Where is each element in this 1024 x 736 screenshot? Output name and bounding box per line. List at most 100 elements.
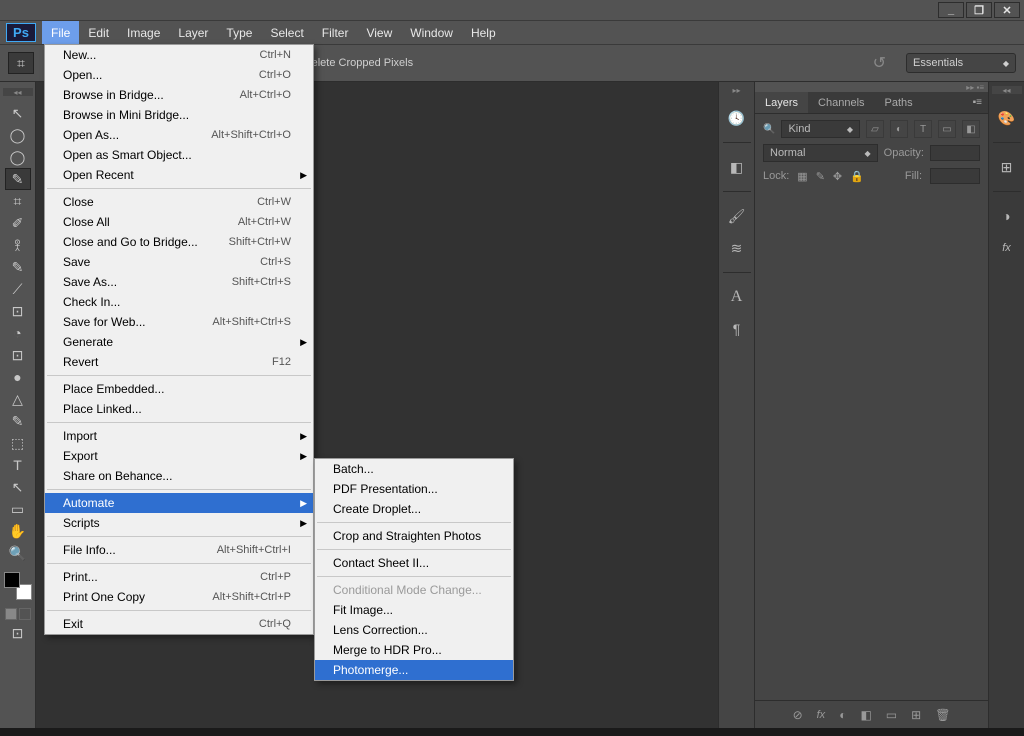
fill-field[interactable]	[930, 168, 980, 184]
file-menu-item-23[interactable]: Share on Behance...	[45, 466, 313, 486]
menu-filter[interactable]: Filter	[313, 21, 358, 44]
automate-menu-item-9[interactable]: Fit Image...	[315, 600, 513, 620]
file-menu-item-26[interactable]: Scripts▶	[45, 513, 313, 533]
file-menu-item-11[interactable]: SaveCtrl+S	[45, 252, 313, 272]
paragraph-panel-icon[interactable]: ¶	[725, 317, 749, 341]
trash-icon[interactable]: 🗑	[935, 708, 950, 722]
lock-all-icon[interactable]: 🔒	[850, 170, 864, 183]
workspace-switcher[interactable]: Essentials◆	[906, 53, 1016, 73]
menu-view[interactable]: View	[357, 21, 401, 44]
layer-fx-icon[interactable]: fx	[817, 709, 826, 721]
dock-collapse-handle[interactable]: ▸▸	[722, 86, 752, 94]
file-menu-item-25[interactable]: Automate▶	[45, 493, 313, 513]
file-menu-item-22[interactable]: Export▶	[45, 446, 313, 466]
tool-16[interactable]: T	[5, 454, 31, 476]
tool-17[interactable]: ↖	[5, 476, 31, 498]
filter-smart-icon[interactable]: ◧	[962, 120, 980, 138]
automate-menu-item-1[interactable]: PDF Presentation...	[315, 479, 513, 499]
swatches-panel-icon[interactable]: ⊞	[995, 155, 1019, 179]
menu-layer[interactable]: Layer	[169, 21, 217, 44]
opacity-field[interactable]	[930, 145, 980, 161]
tool-10[interactable]: ◔	[5, 322, 31, 344]
tool-11[interactable]: ⊡	[5, 344, 31, 366]
file-menu-item-8[interactable]: CloseCtrl+W	[45, 192, 313, 212]
panel-collapse-handle[interactable]: ▸▸ ▪≡	[755, 82, 988, 92]
tool-14[interactable]: ✎	[5, 410, 31, 432]
file-menu-item-28[interactable]: File Info...Alt+Shift+Ctrl+I	[45, 540, 313, 560]
file-menu-item-18[interactable]: Place Embedded...	[45, 379, 313, 399]
tool-3[interactable]: ✎	[5, 168, 31, 190]
menu-type[interactable]: Type	[217, 21, 261, 44]
file-menu-item-19[interactable]: Place Linked...	[45, 399, 313, 419]
filter-shape-icon[interactable]: ▭	[938, 120, 956, 138]
file-menu-item-16[interactable]: RevertF12	[45, 352, 313, 372]
file-menu-item-2[interactable]: Browse in Bridge...Alt+Ctrl+O	[45, 85, 313, 105]
file-menu-item-21[interactable]: Import▶	[45, 426, 313, 446]
tool-12[interactable]: ●	[5, 366, 31, 388]
tool-1[interactable]: ◯	[5, 124, 31, 146]
minimize-button[interactable]: _	[938, 2, 964, 18]
adjustment-layer-icon[interactable]: ◧	[860, 708, 871, 722]
file-menu-item-4[interactable]: Open As...Alt+Shift+Ctrl+O	[45, 125, 313, 145]
adjustments-panel-icon[interactable]: ◑	[995, 204, 1019, 228]
color-panel-icon[interactable]: 🎨	[995, 106, 1019, 130]
tool-2[interactable]: ◯	[5, 146, 31, 168]
file-menu-item-0[interactable]: New...Ctrl+N	[45, 45, 313, 65]
tool-7[interactable]: ✎	[5, 256, 31, 278]
lock-position-icon[interactable]: ✥	[833, 170, 842, 183]
lock-transparent-icon[interactable]: ▦	[797, 170, 807, 183]
tool-15[interactable]: ⬚	[5, 432, 31, 454]
blend-mode-select[interactable]: Normal◆	[763, 144, 878, 162]
quick-mask-toggle[interactable]	[5, 608, 31, 620]
tool-19[interactable]: ✋	[5, 520, 31, 542]
file-menu-item-14[interactable]: Save for Web...Alt+Shift+Ctrl+S	[45, 312, 313, 332]
tab-paths[interactable]: Paths	[875, 92, 923, 113]
file-menu-item-30[interactable]: Print...Ctrl+P	[45, 567, 313, 587]
screen-mode-button[interactable]: ⊡	[5, 622, 31, 644]
file-menu-item-6[interactable]: Open Recent▶	[45, 165, 313, 185]
automate-menu-item-2[interactable]: Create Droplet...	[315, 499, 513, 519]
automate-menu-item-10[interactable]: Lens Correction...	[315, 620, 513, 640]
foreground-color-swatch[interactable]	[4, 572, 20, 588]
properties-panel-icon[interactable]: ◧	[725, 155, 749, 179]
tool-13[interactable]: △	[5, 388, 31, 410]
automate-menu-item-0[interactable]: Batch...	[315, 459, 513, 479]
group-icon[interactable]: ▭	[886, 708, 897, 722]
menu-edit[interactable]: Edit	[79, 21, 118, 44]
brush-presets-panel-icon[interactable]: ≋	[725, 236, 749, 260]
layer-filter-kind[interactable]: Kind◆	[781, 120, 860, 138]
tool-5[interactable]: ✐	[5, 212, 31, 234]
tool-18[interactable]: ▭	[5, 498, 31, 520]
tool-6[interactable]: 𖨆	[5, 234, 31, 256]
menu-help[interactable]: Help	[462, 21, 505, 44]
lock-pixels-icon[interactable]: ✎	[816, 170, 825, 183]
active-tool-icon[interactable]: ⌗	[8, 52, 34, 74]
tab-channels[interactable]: Channels	[808, 92, 874, 113]
file-menu-item-15[interactable]: Generate▶	[45, 332, 313, 352]
menu-select[interactable]: Select	[261, 21, 312, 44]
tool-20[interactable]: 🔍	[5, 542, 31, 564]
file-menu-item-13[interactable]: Check In...	[45, 292, 313, 312]
tool-4[interactable]: ⌗	[5, 190, 31, 212]
reset-icon[interactable]: ↺	[873, 53, 886, 73]
layer-mask-icon[interactable]: ◐	[839, 708, 846, 722]
automate-menu-item-6[interactable]: Contact Sheet II...	[315, 553, 513, 573]
filter-type-icon[interactable]: T	[914, 120, 932, 138]
tools-collapse-handle[interactable]: ◂◂	[3, 88, 33, 96]
link-layers-icon[interactable]: ⊘	[793, 708, 803, 722]
tab-layers[interactable]: Layers	[755, 92, 808, 113]
tool-9[interactable]: ⊡	[5, 300, 31, 322]
brushes-panel-icon[interactable]: 🖌	[725, 204, 749, 228]
color-swatches[interactable]	[4, 572, 32, 600]
automate-menu-item-11[interactable]: Merge to HDR Pro...	[315, 640, 513, 660]
menu-window[interactable]: Window	[401, 21, 462, 44]
tool-0[interactable]: ↖	[5, 102, 31, 124]
filter-adjust-icon[interactable]: ◐	[890, 120, 908, 138]
file-menu-item-10[interactable]: Close and Go to Bridge...Shift+Ctrl+W	[45, 232, 313, 252]
close-button[interactable]: ✕	[994, 2, 1020, 18]
file-menu-item-9[interactable]: Close AllAlt+Ctrl+W	[45, 212, 313, 232]
file-menu-item-33[interactable]: ExitCtrl+Q	[45, 614, 313, 634]
file-menu-item-5[interactable]: Open as Smart Object...	[45, 145, 313, 165]
styles-panel-icon[interactable]: fx	[995, 236, 1019, 260]
menu-image[interactable]: Image	[118, 21, 169, 44]
